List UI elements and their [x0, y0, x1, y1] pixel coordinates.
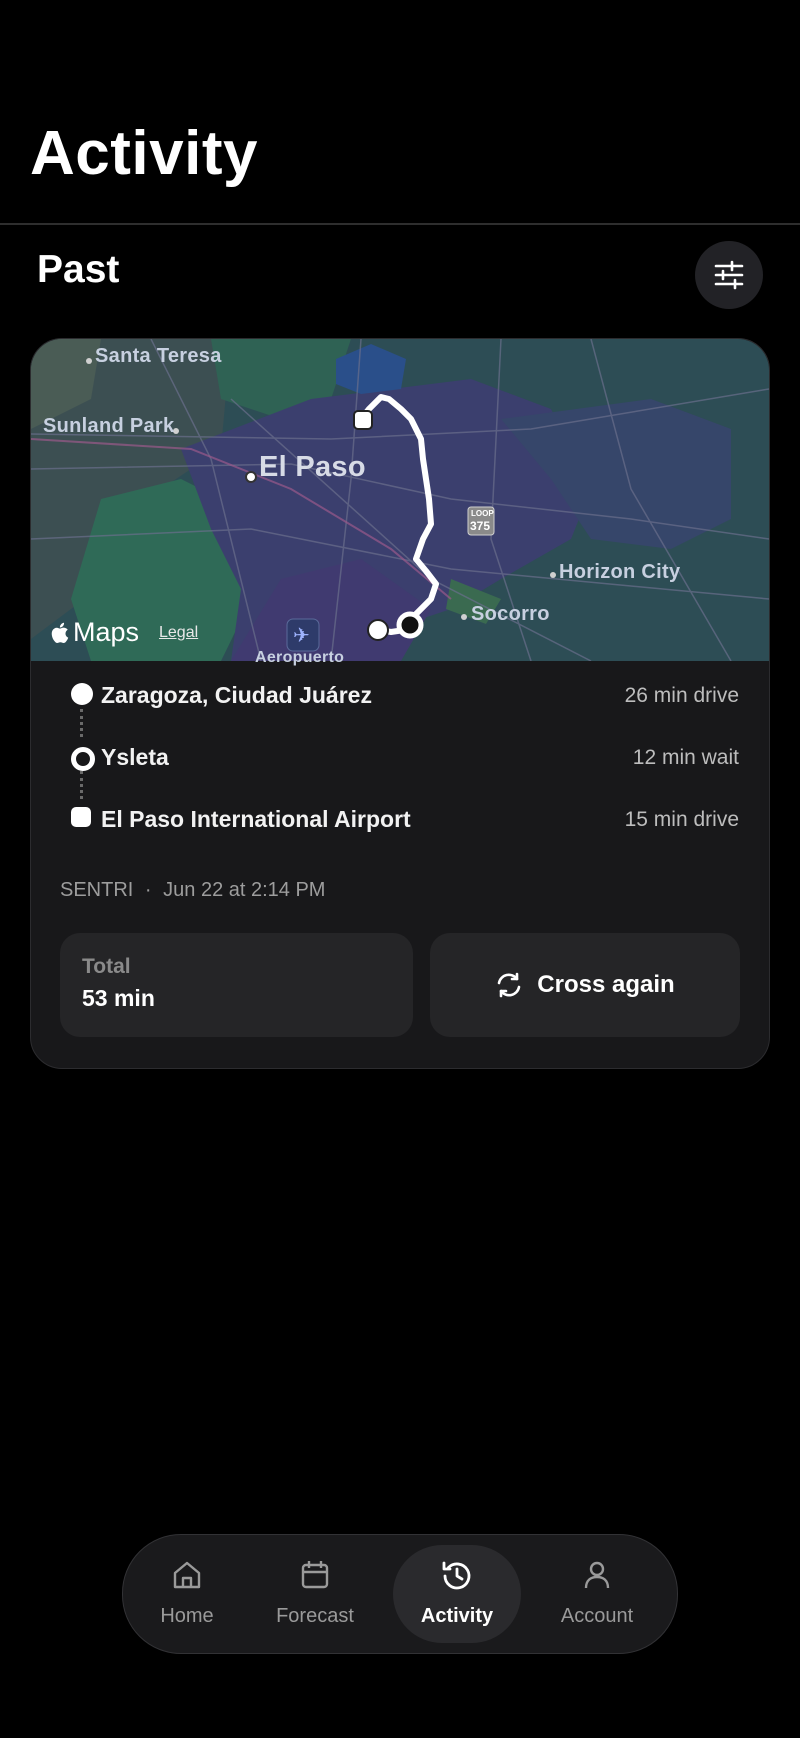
loop-shield-number: 375 — [470, 519, 491, 533]
person-icon — [584, 1561, 610, 1589]
crossing-marker-icon — [71, 747, 95, 771]
tab-label: Home — [160, 1605, 214, 1627]
stop-item-crossing: Ysleta 12 min wait — [31, 741, 769, 781]
destination-marker-icon — [71, 807, 91, 827]
airport-icon: ✈ — [293, 625, 310, 647]
route-map[interactable]: Santa Teresa Sunland Park El Paso Horizo… — [31, 339, 769, 666]
total-value: 53 min — [82, 985, 155, 1011]
stop-name: El Paso International Airport — [101, 806, 411, 832]
tab-activity[interactable]: Activity — [393, 1545, 521, 1643]
tab-account[interactable]: Account — [533, 1545, 661, 1643]
home-icon — [173, 1561, 201, 1589]
calendar-icon — [301, 1561, 329, 1589]
page-title: Activity — [30, 119, 258, 188]
stop-duration: 12 min wait — [632, 746, 739, 769]
map-label-aeropuerto: Aeropuerto — [255, 649, 345, 666]
origin-marker-icon — [71, 683, 93, 705]
header-divider — [0, 223, 800, 225]
stop-item-origin: Zaragoza, Ciudad Juárez 26 min drive — [31, 679, 769, 719]
total-summary: Total 53 min — [60, 933, 413, 1037]
map-label-horizon-city: Horizon City — [559, 561, 681, 583]
trip-card[interactable]: Santa Teresa Sunland Park El Paso Horizo… — [30, 338, 770, 1069]
map-label-santa-teresa: Santa Teresa — [95, 345, 222, 367]
stop-duration: 26 min drive — [624, 684, 739, 707]
tab-label: Account — [560, 1605, 634, 1627]
maps-attribution-text: Maps — [73, 617, 140, 647]
stop-name: Ysleta — [101, 744, 169, 770]
program-label: SENTRI — [60, 879, 134, 901]
tab-label: Activity — [420, 1605, 494, 1627]
maps-attribution: Maps — [51, 617, 139, 648]
stop-name: Zaragoza, Ciudad Juárez — [101, 682, 372, 708]
map-label-socorro: Socorro — [471, 603, 550, 625]
loop-shield-top: LOOP — [471, 509, 494, 518]
map-label-sunland-park: Sunland Park — [43, 415, 175, 437]
tab-forecast[interactable]: Forecast — [251, 1545, 379, 1643]
section-title: Past — [37, 248, 120, 291]
tab-home[interactable]: Home — [123, 1545, 251, 1643]
trip-datetime: Jun 22 at 2:14 PM — [163, 879, 326, 901]
legal-link[interactable]: Legal — [159, 624, 198, 642]
meta-separator: · — [144, 879, 152, 901]
apple-logo-icon — [51, 622, 69, 643]
cross-again-button[interactable]: Cross again — [430, 933, 740, 1037]
filter-button[interactable] — [695, 241, 763, 309]
bottom-tab-bar: Home Forecast Activity Account — [122, 1534, 678, 1654]
map-label-el-paso: El Paso — [259, 451, 366, 483]
total-label: Total — [82, 955, 131, 978]
trip-meta: SENTRI · Jun 22 at 2:14 PM — [60, 879, 325, 902]
sliders-icon — [714, 260, 744, 290]
tab-label: Forecast — [276, 1605, 354, 1627]
refresh-icon — [497, 972, 521, 998]
history-icon — [442, 1561, 471, 1590]
stop-item-destination: El Paso International Airport 15 min dri… — [31, 803, 769, 843]
cross-again-label: Cross again — [537, 971, 675, 998]
stop-duration: 15 min drive — [624, 808, 739, 831]
